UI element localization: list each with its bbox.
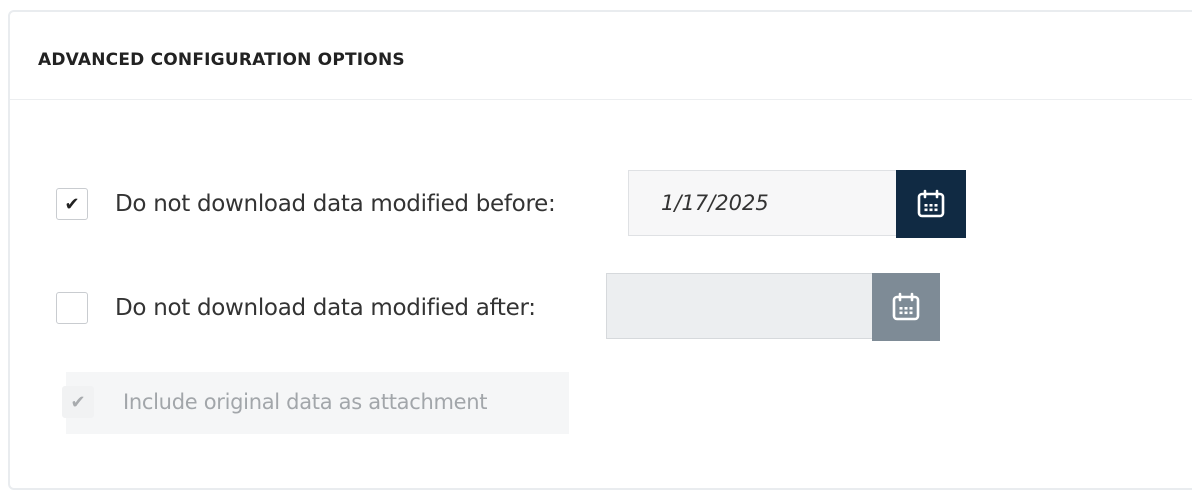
calendar-icon: [892, 292, 920, 321]
modified-before-checkbox[interactable]: ✔: [56, 188, 88, 220]
calendar-icon: [917, 189, 945, 218]
attachment-row: ✔ Include original data as attachment: [62, 386, 488, 418]
modified-after-row: Do not download data modified after:: [56, 292, 536, 324]
modified-after-label: Do not download data modified after:: [115, 295, 536, 321]
modified-before-label: Do not download data modified before:: [115, 191, 556, 217]
attachment-label: Include original data as attachment: [123, 390, 488, 414]
panel-title: ADVANCED CONFIGURATION OPTIONS: [38, 50, 405, 70]
checkmark-icon: ✔: [64, 193, 80, 215]
modified-after-date-input[interactable]: [606, 273, 874, 339]
panel-header: ADVANCED CONFIGURATION OPTIONS: [10, 12, 1192, 100]
modified-before-date-input[interactable]: [628, 170, 898, 236]
checkmark-icon: ✔: [70, 391, 86, 413]
attachment-checkbox[interactable]: ✔: [62, 386, 94, 418]
modified-after-calendar-button[interactable]: [872, 273, 940, 341]
modified-before-calendar-button[interactable]: [896, 170, 966, 238]
modified-after-checkbox[interactable]: [56, 292, 88, 324]
modified-before-row: ✔ Do not download data modified before:: [56, 188, 556, 220]
